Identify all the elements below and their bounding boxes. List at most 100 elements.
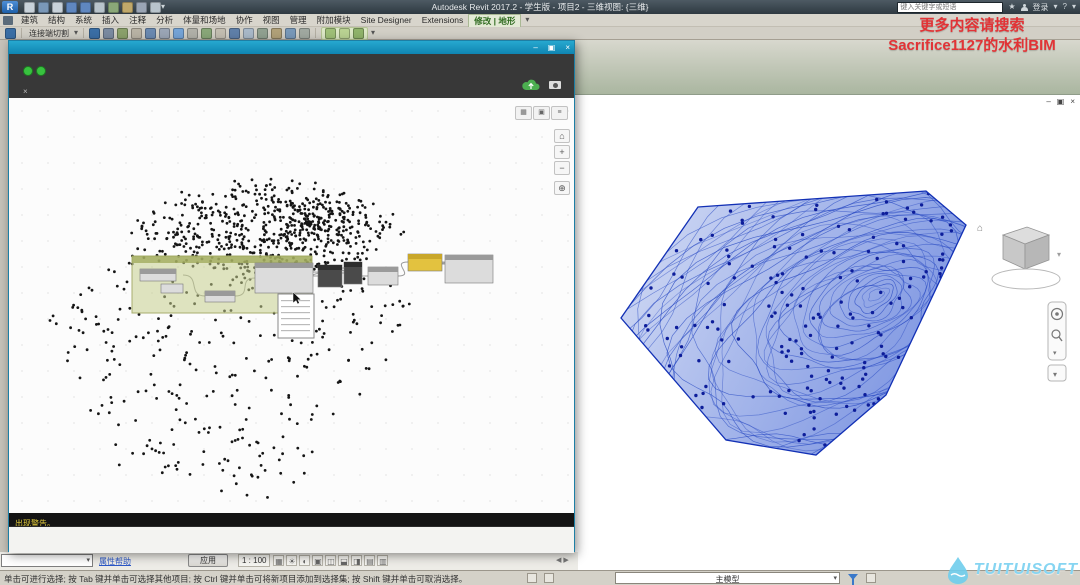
toolbar-icon[interactable]: [131, 28, 142, 39]
qat-caret-icon[interactable]: ▾: [161, 0, 165, 14]
toolbar-icon[interactable]: [159, 28, 170, 39]
view-control-icon[interactable]: ⬓: [338, 555, 349, 566]
login-button[interactable]: 登录: [1033, 2, 1049, 13]
toolbar-icon[interactable]: [339, 28, 350, 39]
star-icon[interactable]: ★: [1008, 0, 1015, 14]
toolbar-icon[interactable]: [94, 2, 105, 13]
toolbar-icon[interactable]: [229, 28, 240, 39]
join-end-cut-button[interactable]: 连接端切割: [29, 28, 69, 39]
view-cube[interactable]: ⌂ ▾: [975, 217, 1075, 307]
view-restore-icon[interactable]: ▣: [1057, 97, 1065, 106]
view-scale-button[interactable]: 1 : 100: [238, 554, 270, 567]
toolbar-icon[interactable]: [89, 28, 100, 39]
help-icon[interactable]: ?: [1063, 0, 1067, 14]
toolbar-icon[interactable]: [187, 28, 198, 39]
toolbar-icon[interactable]: [145, 28, 156, 39]
toolbar-icon[interactable]: [325, 28, 336, 39]
toolbar-icon[interactable]: [52, 2, 63, 13]
zoom-in-icon[interactable]: +: [554, 145, 570, 159]
ribbon-collapse-icon[interactable]: ▾: [525, 13, 529, 27]
file-tab-icon[interactable]: [3, 16, 13, 25]
ribbon-tab-管理[interactable]: 管理: [285, 14, 312, 26]
ribbon-tab-Site Designer[interactable]: Site Designer: [356, 14, 417, 26]
ribbon-tab-体量和场地[interactable]: 体量和场地: [178, 14, 231, 26]
view-control-icon[interactable]: ▦: [273, 555, 284, 566]
zoom-fit-icon[interactable]: ⌂: [554, 129, 570, 143]
toolbar-icon[interactable]: [117, 28, 128, 39]
navigation-bar[interactable]: ▾ ▾: [1047, 301, 1067, 387]
toolbar-caret-icon[interactable]: ▾: [371, 26, 375, 40]
view-close-icon[interactable]: ×: [1070, 97, 1075, 106]
scroll-arrows[interactable]: ◀▶: [556, 556, 571, 564]
view-control-icon[interactable]: ▥: [377, 555, 388, 566]
toolbar-icon[interactable]: [122, 2, 133, 13]
camera-icon[interactable]: [549, 81, 561, 89]
ribbon-tab-插入[interactable]: 插入: [97, 14, 124, 26]
apply-button[interactable]: 应用: [188, 554, 228, 567]
ribbon-tab-建筑[interactable]: 建筑: [16, 14, 43, 26]
view-control-icon[interactable]: ◐: [299, 555, 310, 566]
editing-requests-icon[interactable]: [544, 573, 554, 583]
view-minimize-icon[interactable]: –: [1046, 97, 1050, 106]
select-toggle-icon[interactable]: [866, 573, 876, 583]
toolbar-icon[interactable]: [103, 28, 114, 39]
dynamo-window[interactable]: – ▣ × × ▦ ▣ ≡ ⌂ + − ⊕ 出现警告。: [8, 40, 575, 552]
design-option-caret-icon[interactable]: ▾: [833, 574, 837, 582]
login-caret-icon[interactable]: ▾: [1054, 0, 1058, 14]
design-option-dropdown[interactable]: 主模型 ▾: [615, 572, 840, 584]
type-selector-caret-icon[interactable]: ▾: [86, 556, 90, 564]
toolbar-icon[interactable]: [80, 2, 91, 13]
toolbar-icon[interactable]: [353, 28, 364, 39]
help-search-input[interactable]: [897, 2, 1003, 13]
toolbar-icon[interactable]: [173, 28, 184, 39]
ribbon-tab-Extensions[interactable]: Extensions: [417, 14, 469, 26]
modify-tool-icon[interactable]: [5, 28, 16, 39]
view-control-icon[interactable]: ▣: [312, 555, 323, 566]
view-control-icon[interactable]: ☀: [286, 555, 297, 566]
toolbar-icon[interactable]: [243, 28, 254, 39]
search-clear-icon[interactable]: ×: [23, 87, 28, 96]
canvas-export-icon[interactable]: ≡: [551, 106, 568, 120]
join-end-cut-caret-icon[interactable]: ▾: [74, 26, 78, 40]
ribbon-tab-结构[interactable]: 结构: [43, 14, 70, 26]
properties-help-link[interactable]: 属性帮助: [99, 556, 131, 567]
dynamo-maximize-icon[interactable]: ▣: [548, 41, 556, 54]
topography-surface[interactable]: [576, 95, 1080, 570]
type-selector[interactable]: ▾: [1, 554, 93, 567]
toolbar-icon[interactable]: [66, 2, 77, 13]
toolbar-icon[interactable]: [285, 28, 296, 39]
toolbar-icon[interactable]: [201, 28, 212, 39]
dynamo-minimize-icon[interactable]: –: [533, 41, 537, 54]
cloud-upload-icon[interactable]: [521, 79, 541, 93]
contextual-tab-modify-topography[interactable]: 修改 | 地形: [468, 14, 521, 27]
canvas-fit-icon[interactable]: ▣: [533, 106, 550, 120]
ribbon-tab-注释[interactable]: 注释: [124, 14, 151, 26]
app-menu-button[interactable]: R: [2, 1, 18, 13]
worksets-icon[interactable]: [527, 573, 537, 583]
toolbar-icon[interactable]: [257, 28, 268, 39]
view-control-icon[interactable]: ◫: [325, 555, 336, 566]
ribbon-tab-分析[interactable]: 分析: [151, 14, 178, 26]
view-control-icon[interactable]: ◨: [351, 555, 362, 566]
ribbon-tab-附加模块[interactable]: 附加模块: [312, 14, 356, 26]
ribbon-tab-视图[interactable]: 视图: [258, 14, 285, 26]
ribbon-tab-系统[interactable]: 系统: [70, 14, 97, 26]
ribbon-tab-协作[interactable]: 协作: [231, 14, 258, 26]
dynamo-close-icon[interactable]: ×: [565, 41, 570, 54]
toolbar-icon[interactable]: [136, 2, 147, 13]
view-control-icon[interactable]: ▤: [364, 555, 375, 566]
toolbar-icon[interactable]: [108, 2, 119, 13]
toolbar-icon[interactable]: [24, 2, 35, 13]
toolbar-icon[interactable]: [215, 28, 226, 39]
toolbar-icon[interactable]: [271, 28, 282, 39]
toolbar-icon[interactable]: [38, 2, 49, 13]
toolbar-icon[interactable]: [150, 2, 161, 13]
pan-icon[interactable]: ⊕: [554, 181, 570, 195]
toolbar-icon[interactable]: [299, 28, 310, 39]
filter-icon[interactable]: [848, 574, 858, 580]
help-caret-icon[interactable]: ▾: [1072, 0, 1076, 14]
canvas-view-icon[interactable]: ▦: [515, 106, 532, 120]
dynamo-canvas[interactable]: ▦ ▣ ≡ ⌂ + − ⊕: [9, 98, 574, 513]
dynamo-title-bar[interactable]: – ▣ ×: [9, 41, 574, 54]
zoom-out-icon[interactable]: −: [554, 161, 570, 175]
